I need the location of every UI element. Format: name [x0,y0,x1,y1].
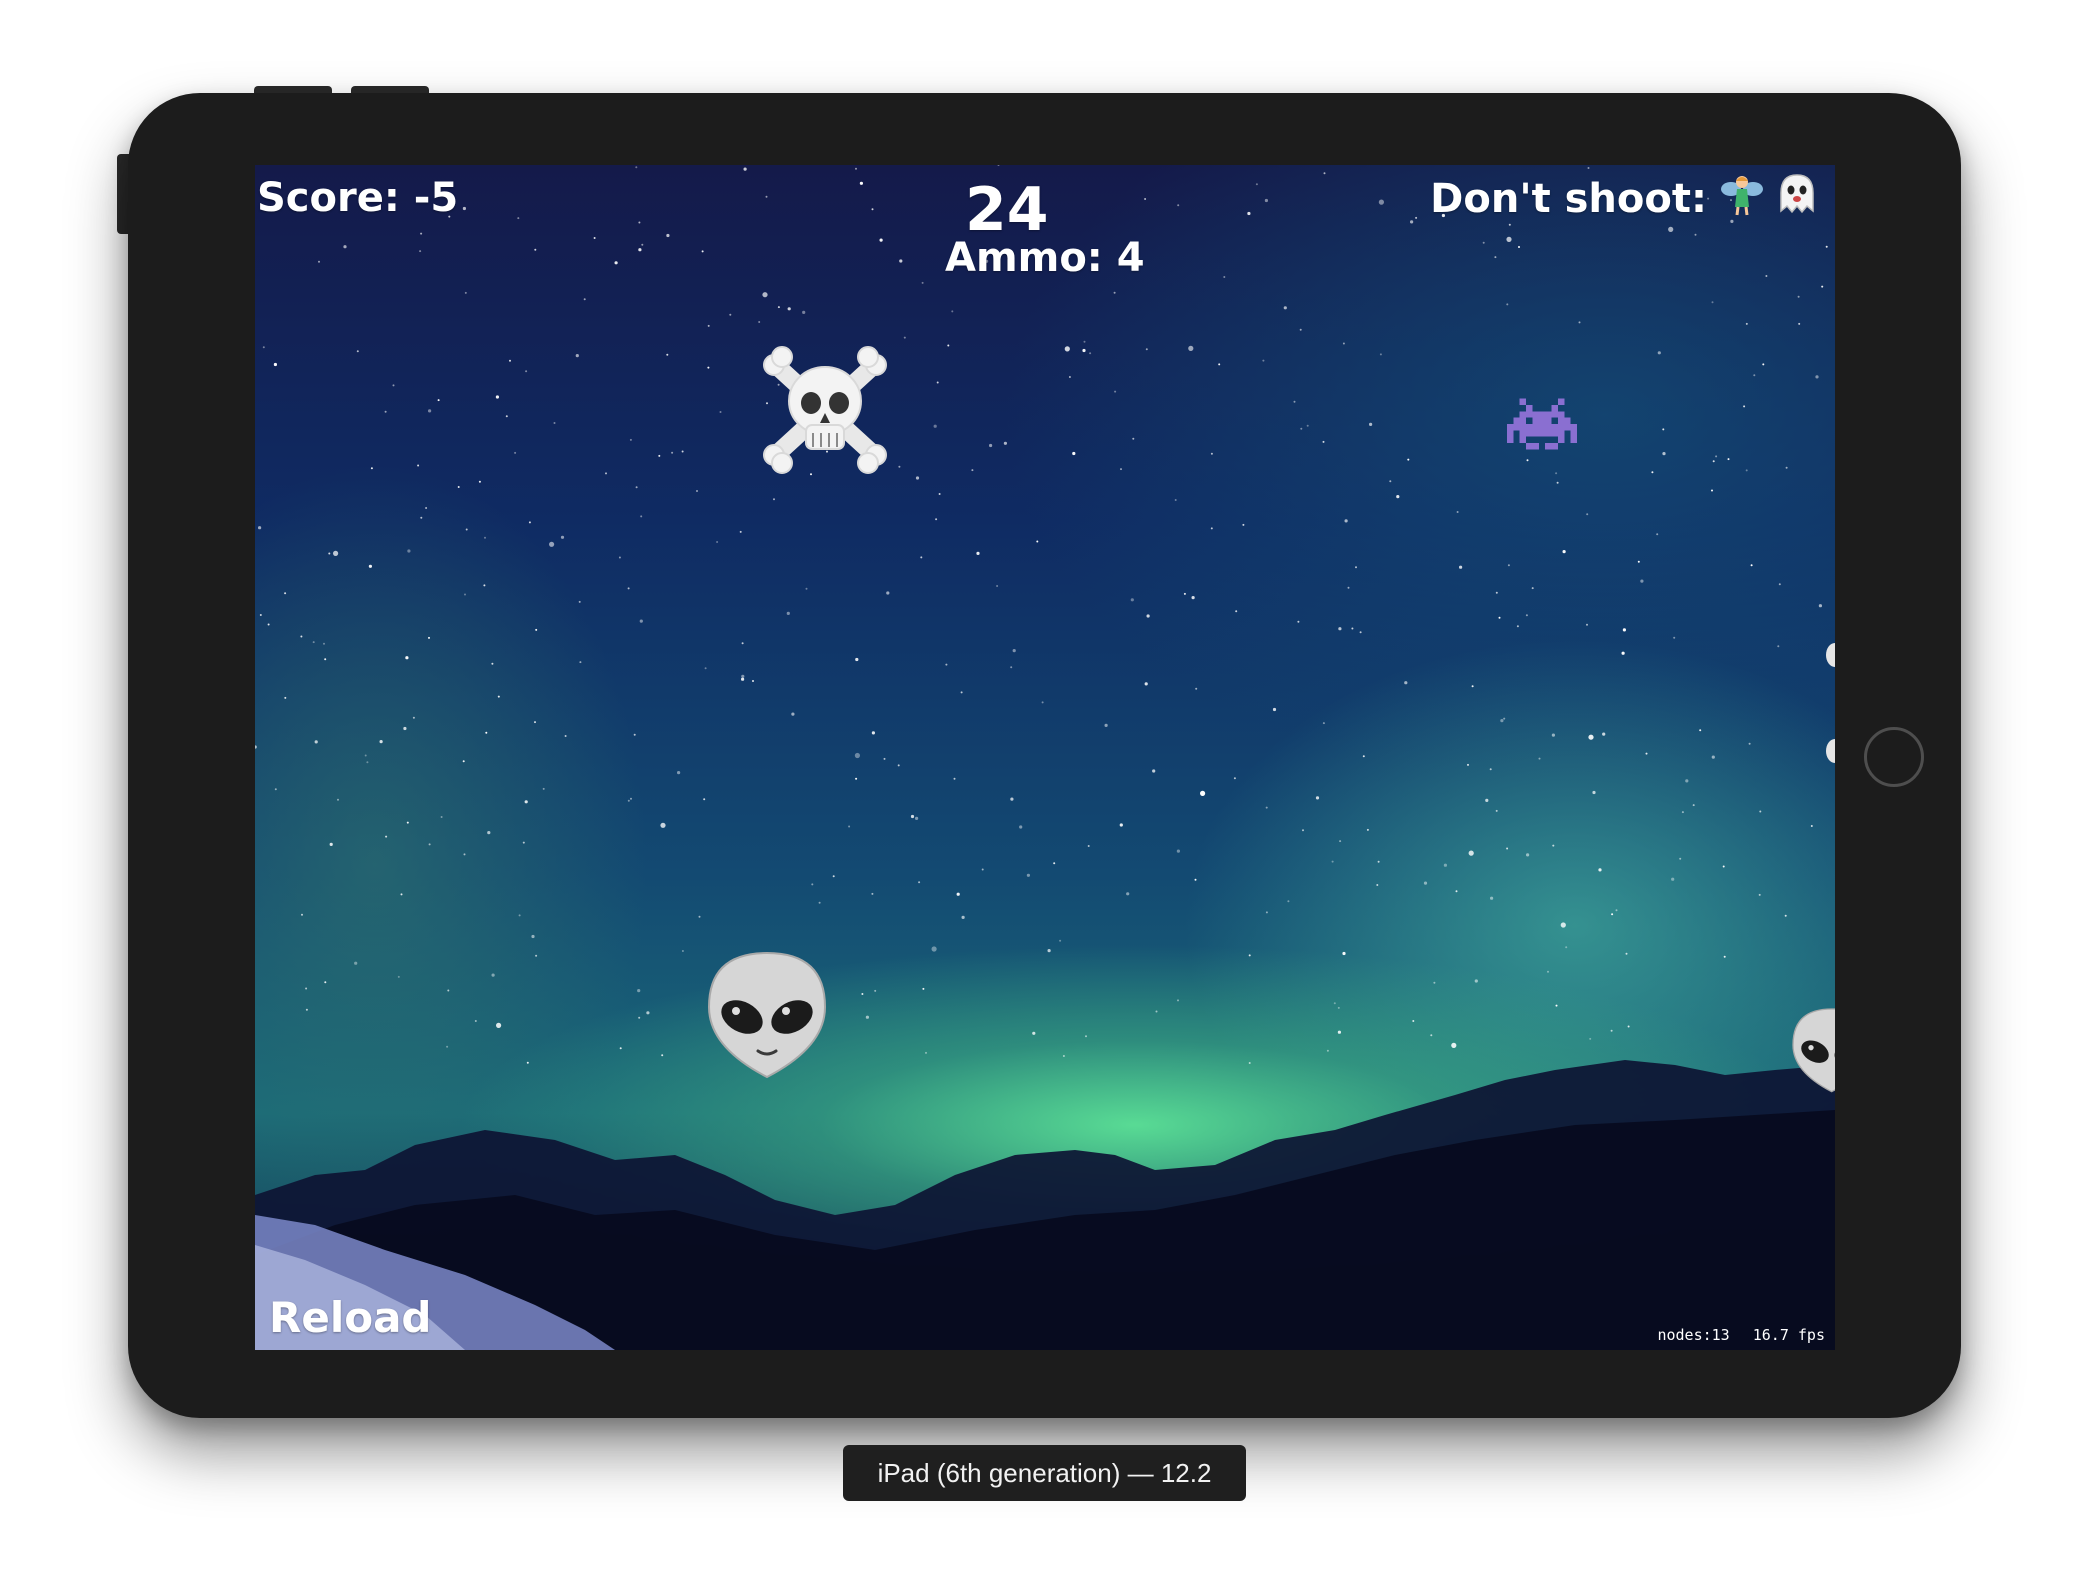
dont-shoot-label: Don't shoot: [1430,176,1707,222]
alien-icon[interactable] [700,947,835,1082]
fps-counter: 16.7 fps [1752,1326,1825,1344]
mountain-silhouette [255,1060,1835,1350]
skull-and-crossbones-icon[interactable] [760,345,890,475]
home-button[interactable] [1864,727,1924,787]
offscreen-sprite-edge [1823,641,1835,669]
alien-icon[interactable] [1787,1005,1835,1095]
dont-shoot-legend: Don't shoot: [1430,171,1819,227]
ghost-icon [1775,171,1819,227]
fairy-icon [1719,171,1765,227]
reload-button[interactable]: Reload [269,1293,431,1342]
score-label: Score: -5 [257,175,459,221]
node-count: nodes:13 [1657,1326,1730,1344]
debug-stats: nodes:13 16.7 fps [1657,1326,1825,1344]
ammo-label: Ammo: 4 [945,235,1145,281]
device-caption: iPad (6th generation) — 12.2 [843,1445,1246,1501]
offscreen-sprite-edge [1823,737,1835,765]
space-invader-icon[interactable] [1507,393,1577,455]
simulator-window: Score: -5 24 Ammo: 4 Don't shoot: Reload… [0,0,2086,1584]
game-screen[interactable]: Score: -5 24 Ammo: 4 Don't shoot: Reload… [255,165,1835,1350]
